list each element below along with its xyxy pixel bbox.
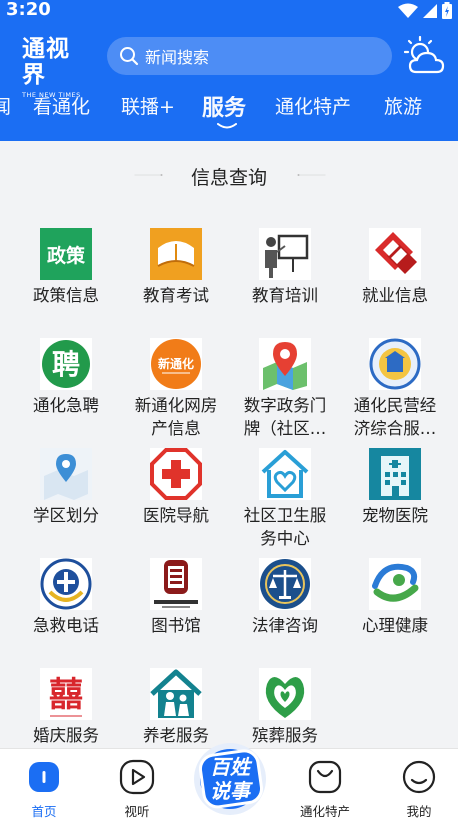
service-education-exam[interactable]: 教育考试	[121, 228, 231, 307]
service-label: 教育培训	[252, 286, 318, 305]
service-label: 婚庆服务	[33, 726, 99, 745]
economy-icon	[369, 338, 421, 390]
service-employment-info[interactable]: 就业信息	[340, 228, 450, 307]
service-school-district[interactable]: 学区划分	[11, 448, 121, 527]
service-new-tonghua-realestate[interactable]: 新通化 新通化网房 产信息	[121, 338, 231, 440]
signal-icon	[423, 3, 437, 18]
service-community-health[interactable]: 社区卫生服 务中心	[230, 448, 340, 550]
wedding-icon: 囍	[40, 668, 92, 720]
funeral-icon	[259, 668, 311, 720]
service-education-training[interactable]: 教育培训	[230, 228, 340, 307]
profile-icon	[402, 760, 436, 794]
elderly-care-icon	[150, 668, 202, 720]
service-private-economy[interactable]: 通化民营经 济综合服…	[340, 338, 450, 440]
service-label: 教育考试	[143, 286, 209, 305]
weather-icon[interactable]	[404, 36, 446, 76]
hospital-icon	[150, 448, 202, 500]
tab-active-indicator	[217, 123, 237, 129]
library-icon	[150, 558, 202, 610]
service-emergency-phone[interactable]: 急救电话	[11, 558, 121, 637]
svg-text:囍: 囍	[49, 675, 83, 715]
map-pin-icon	[259, 338, 311, 390]
service-label: 数字政务门 牌（社区…	[243, 396, 327, 438]
real-estate-icon: 新通化	[150, 338, 202, 390]
service-mental-health[interactable]: 心理健康	[340, 558, 450, 637]
service-label: 学区划分	[33, 506, 99, 525]
service-library[interactable]: 图书馆	[121, 558, 231, 637]
service-label: 心理健康	[362, 616, 428, 635]
home-icon	[29, 762, 59, 792]
service-label: 通化民营经 济综合服…	[353, 396, 437, 438]
community-health-icon	[259, 448, 311, 500]
service-digital-doorplate[interactable]: 数字政务门 牌（社区…	[230, 338, 340, 440]
svg-text:聘: 聘	[52, 348, 80, 381]
tab-service[interactable]: 服务	[202, 90, 246, 122]
teacher-icon	[259, 228, 311, 280]
app-header: 3:20 通视界 THE NEW TIMES 新闻搜索 闻 看通化 联播+ 服务…	[0, 0, 458, 141]
tab-travel[interactable]: 旅游	[384, 92, 422, 119]
service-label: 新通化网房 产信息	[134, 396, 218, 438]
service-label: 通化急聘	[33, 396, 99, 415]
service-label: 社区卫生服 务中心	[243, 506, 327, 548]
svg-text:政策: 政策	[47, 244, 86, 267]
book-icon	[150, 228, 202, 280]
status-time: 3:20	[6, 0, 51, 20]
search-placeholder: 新闻搜索	[145, 48, 210, 67]
status-icons	[398, 2, 452, 19]
service-policy-info[interactable]: 政策 政策信息	[11, 228, 121, 307]
law-icon	[259, 558, 311, 610]
svg-text:新通化: 新通化	[158, 356, 194, 371]
employment-icon	[369, 228, 421, 280]
service-elderly-care[interactable]: 养老服务	[121, 668, 231, 747]
title-decoration-right	[297, 174, 326, 176]
mental-health-icon	[369, 558, 421, 610]
nav-label: 视听	[124, 804, 150, 819]
search-input[interactable]: 新闻搜索	[107, 37, 392, 75]
service-tonghua-hiring[interactable]: 聘 通化急聘	[11, 338, 121, 417]
logo-text: 通视界	[22, 35, 70, 88]
tab-tonghua-specialty[interactable]: 通化特产	[275, 92, 351, 119]
baixing-label: 百姓说事	[210, 755, 250, 803]
school-district-icon	[40, 448, 92, 500]
tab-news[interactable]: 闻	[0, 92, 11, 119]
bottom-navigation: 首页 视听 百姓说事 通化特产 我的	[0, 743, 458, 821]
service-funeral[interactable]: 殡葬服务	[230, 668, 340, 747]
service-legal-consult[interactable]: 法律咨询	[230, 558, 340, 637]
hiring-icon: 聘	[40, 338, 92, 390]
section-title: 信息查询	[190, 167, 267, 189]
nav-label: 我的	[406, 804, 432, 819]
service-label: 图书馆	[151, 616, 201, 635]
service-label: 就业信息	[362, 286, 428, 305]
policy-icon: 政策	[40, 228, 92, 280]
battery-icon	[442, 2, 452, 19]
shopping-bag-icon	[308, 760, 342, 794]
service-label: 宠物医院	[362, 506, 428, 525]
nav-label: 通化特产	[299, 804, 350, 819]
pet-hospital-icon	[369, 448, 421, 500]
tab-kantonghua[interactable]: 看通化	[33, 92, 90, 119]
service-pet-hospital[interactable]: 宠物医院	[340, 448, 450, 527]
wifi-icon	[398, 3, 418, 18]
service-label: 急救电话	[33, 616, 99, 635]
search-icon	[120, 47, 139, 66]
play-icon	[119, 759, 155, 795]
service-label: 政策信息	[33, 286, 99, 305]
service-hospital-navigation[interactable]: 医院导航	[121, 448, 231, 527]
tab-lianbo[interactable]: 联播+	[121, 92, 175, 119]
service-label: 医院导航	[143, 506, 209, 525]
nav-label: 首页	[31, 804, 57, 819]
service-wedding[interactable]: 囍 婚庆服务	[11, 668, 121, 747]
emergency-icon	[40, 558, 92, 610]
service-label: 法律咨询	[252, 616, 318, 635]
